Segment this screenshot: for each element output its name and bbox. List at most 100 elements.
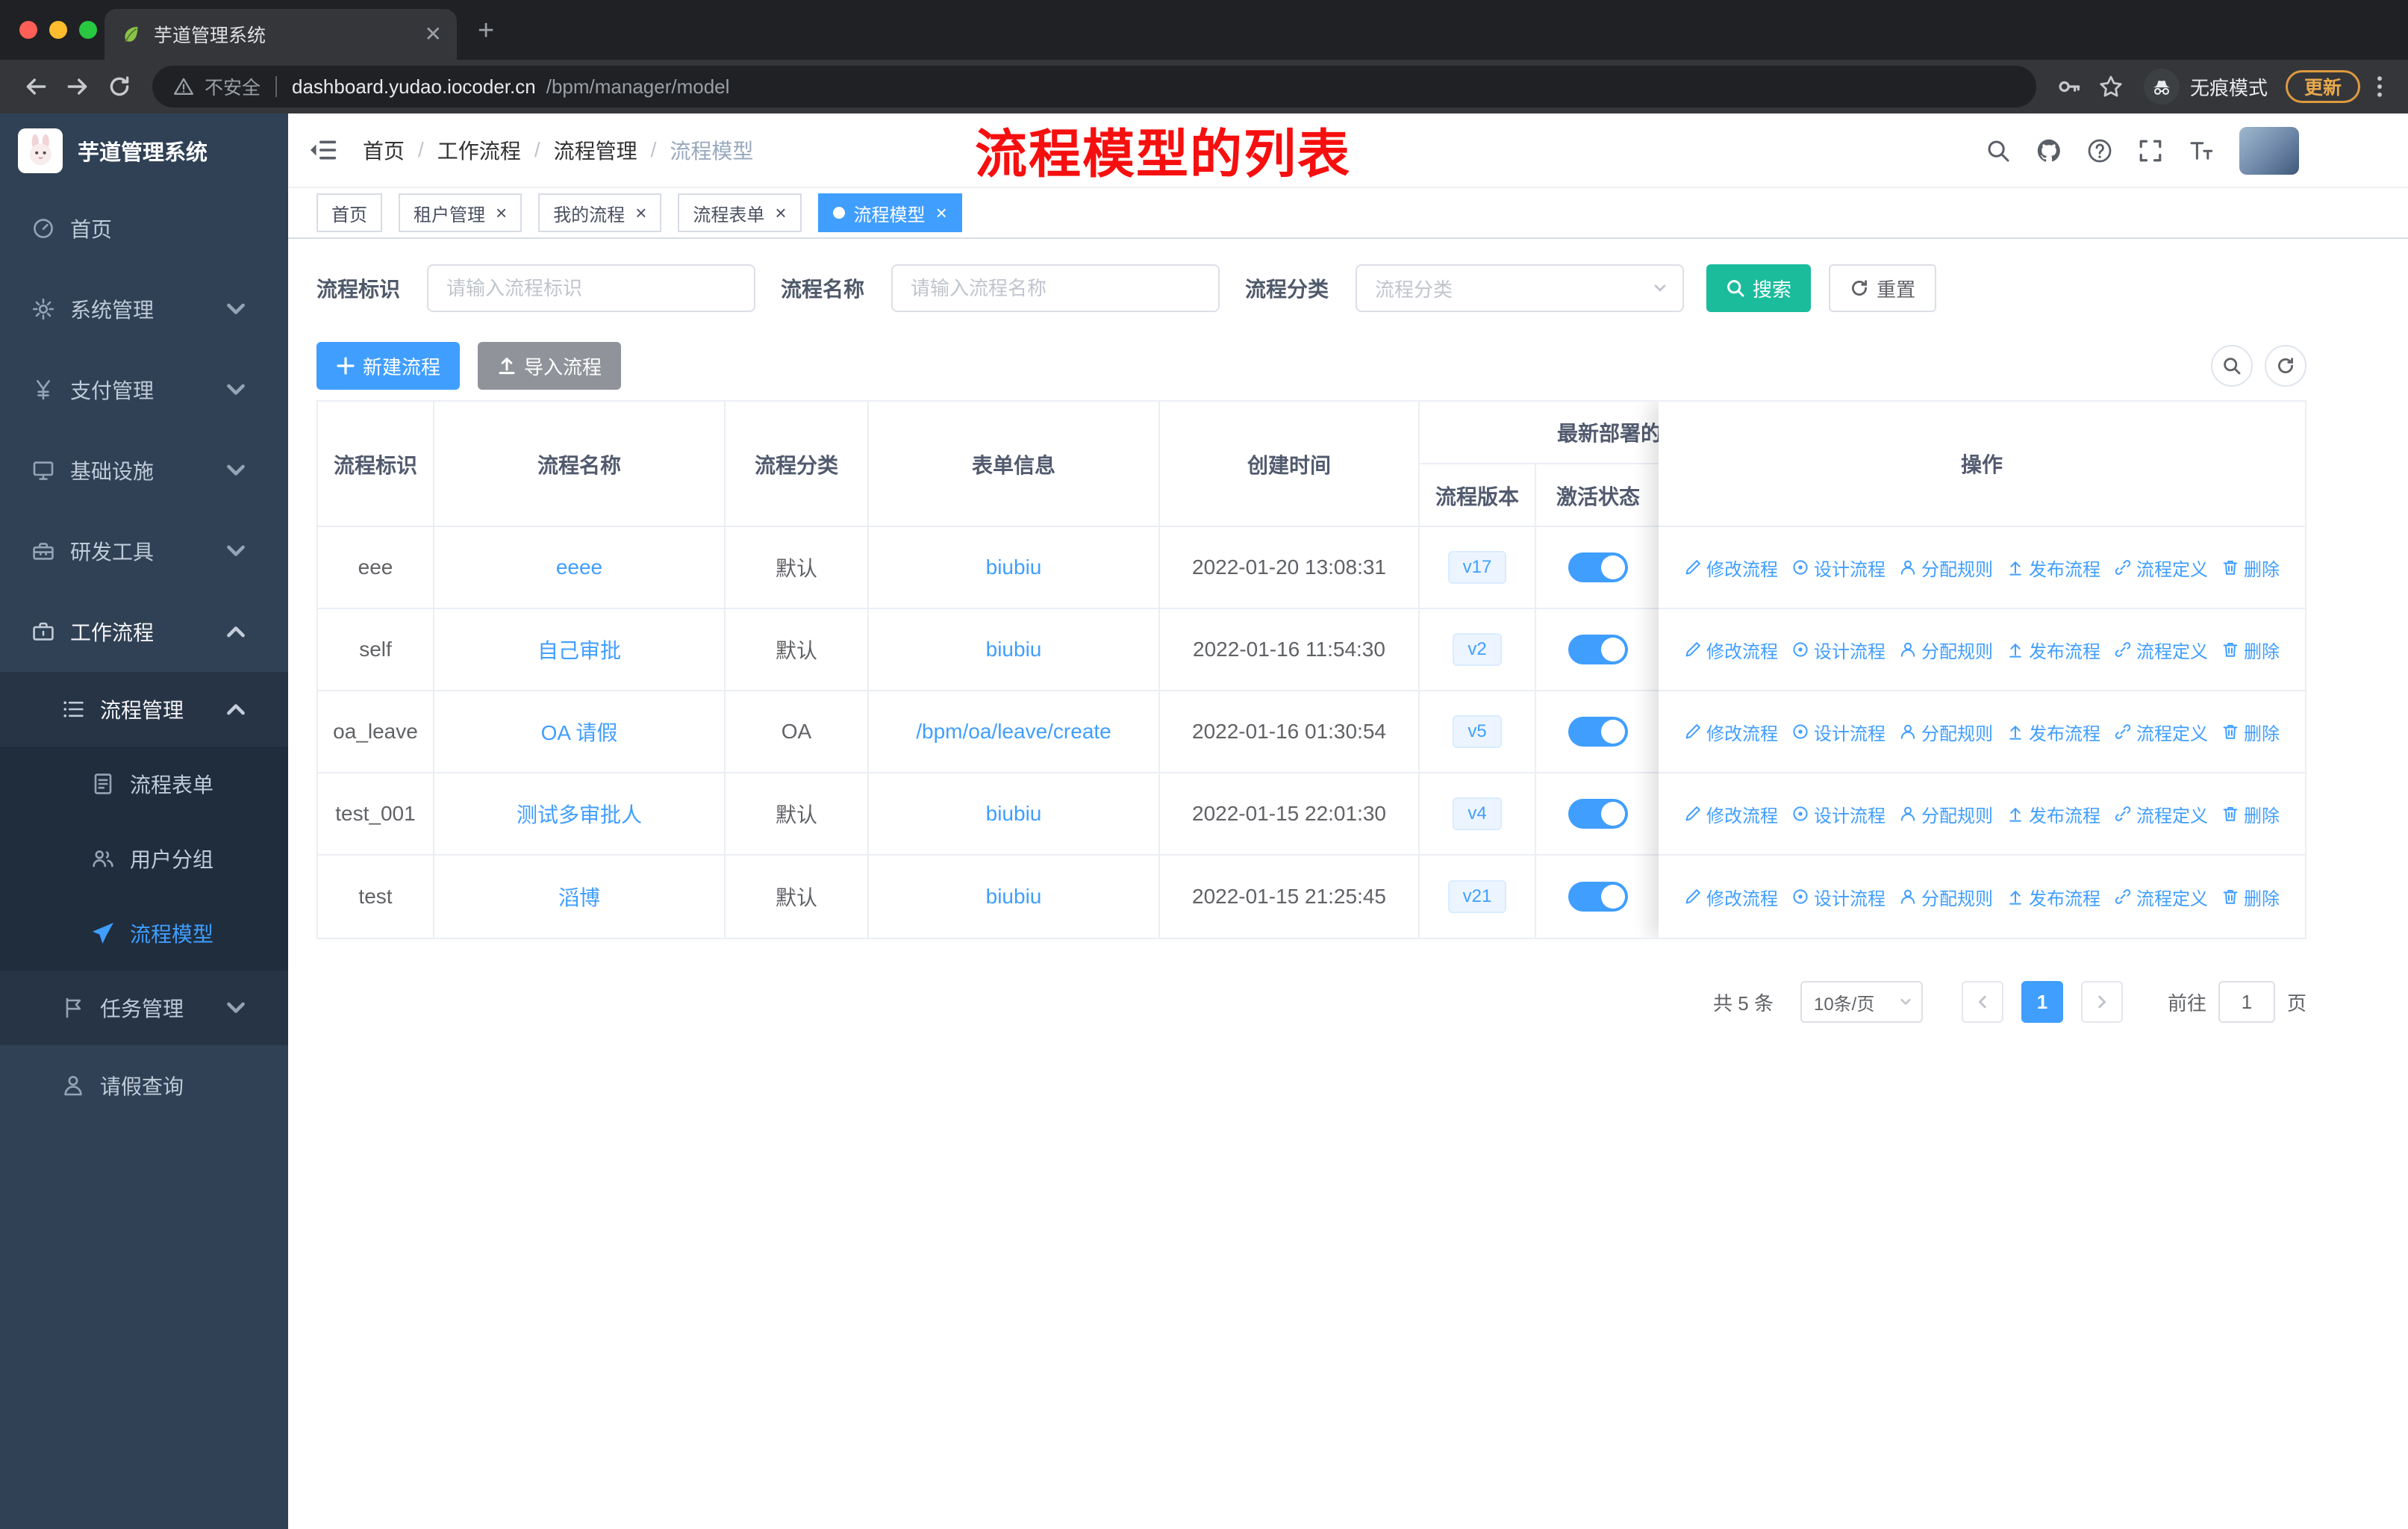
process-category-select[interactable]: 流程分类 [1356,264,1685,312]
tag-home[interactable]: 首页 [316,193,382,232]
publish-process-link[interactable]: 发布流程 [2006,719,2100,745]
close-window-button[interactable] [19,21,37,39]
sidebar-item-task-management[interactable]: 任务管理 [0,971,288,1045]
close-icon[interactable]: × [496,203,507,222]
process-definition-link[interactable]: 流程定义 [2114,884,2208,910]
assign-rules-link[interactable]: 分配规则 [1899,719,1993,745]
back-icon[interactable] [15,66,57,108]
prev-page-button[interactable] [1961,981,2003,1023]
new-tab-button[interactable]: + [478,15,494,47]
reset-button[interactable]: 重置 [1829,264,1937,312]
breadcrumb-item[interactable]: 首页 [363,135,405,165]
edit-process-link[interactable]: 修改流程 [1684,637,1778,663]
delete-link[interactable]: 删除 [2221,719,2280,745]
delete-link[interactable]: 删除 [2221,801,2280,827]
process-definition-link[interactable]: 流程定义 [2114,637,2208,663]
tag-process-form[interactable]: 流程表单 × [678,193,802,232]
toggle-search-button[interactable] [2211,345,2253,387]
incognito-indicator[interactable]: 无痕模式 [2143,69,2268,105]
form-link[interactable]: biubiu [986,802,1042,826]
delete-link[interactable]: 删除 [2221,884,2280,910]
design-process-link[interactable]: 设计流程 [1791,801,1885,827]
update-button[interactable]: 更新 [2285,70,2360,103]
sidebar-item-home[interactable]: 首页 [0,188,288,269]
version-badge[interactable]: v21 [1447,880,1507,913]
edit-process-link[interactable]: 修改流程 [1684,884,1778,910]
edit-process-link[interactable]: 修改流程 [1684,719,1778,745]
sidebar-fold-icon[interactable] [308,135,337,165]
bookmark-star-icon[interactable] [2090,66,2132,108]
breadcrumb-item[interactable]: 工作流程 [437,135,521,165]
fullscreen-icon[interactable] [2138,138,2163,164]
process-definition-link[interactable]: 流程定义 [2114,555,2208,581]
process-name-link[interactable]: 滔博 [558,882,600,912]
form-link[interactable]: /bpm/oa/leave/create [916,720,1111,744]
sidebar-item-payment-management[interactable]: 支付管理 [0,349,288,430]
assign-rules-link[interactable]: 分配规则 [1899,801,1993,827]
breadcrumb-item[interactable]: 流程管理 [554,135,637,165]
security-label[interactable]: 不安全 [205,73,261,100]
publish-process-link[interactable]: 发布流程 [2006,555,2100,581]
design-process-link[interactable]: 设计流程 [1791,884,1885,910]
sidebar-item-process-management[interactable]: 流程管理 [0,672,288,747]
tag-tenant[interactable]: 租户管理 × [399,193,523,232]
tag-process-model[interactable]: 流程模型 × [817,193,962,232]
edit-process-link[interactable]: 修改流程 [1684,801,1778,827]
process-name-link[interactable]: 测试多审批人 [517,799,642,829]
delete-link[interactable]: 删除 [2221,637,2280,663]
publish-process-link[interactable]: 发布流程 [2006,884,2100,910]
form-link[interactable]: biubiu [986,638,1042,661]
page-1-button[interactable]: 1 [2021,981,2063,1023]
design-process-link[interactable]: 设计流程 [1791,719,1885,745]
tag-my-process[interactable]: 我的流程 × [538,193,662,232]
sidebar-item-leave-query[interactable]: 请假查询 [0,1045,288,1126]
delete-link[interactable]: 删除 [2221,555,2280,581]
process-name-input[interactable] [891,264,1220,312]
active-toggle[interactable] [1568,799,1628,829]
publish-process-link[interactable]: 发布流程 [2006,801,2100,827]
active-toggle[interactable] [1568,882,1628,912]
form-link[interactable]: biubiu [986,885,1042,909]
close-icon[interactable]: × [936,203,947,222]
process-key-input[interactable] [427,264,756,312]
sidebar-item-process-form[interactable]: 流程表单 [0,747,288,821]
key-icon[interactable] [2048,66,2090,108]
sidebar-item-user-group[interactable]: 用户分组 [0,821,288,896]
page-size-select[interactable]: 10条/页 [1800,981,1923,1023]
close-icon[interactable]: × [775,203,786,222]
sidebar-item-process-model[interactable]: 流程模型 [0,896,288,971]
search-icon[interactable] [1986,138,2011,164]
minimize-window-button[interactable] [49,21,67,39]
font-size-icon[interactable] [2189,138,2214,164]
forward-icon[interactable] [57,66,99,108]
active-toggle[interactable] [1568,635,1628,664]
version-badge[interactable]: v5 [1453,715,1502,748]
active-toggle[interactable] [1568,717,1628,747]
search-button[interactable]: 搜索 [1706,264,1812,312]
browser-menu-icon[interactable] [2366,69,2393,105]
publish-process-link[interactable]: 发布流程 [2006,637,2100,663]
process-name-link[interactable]: 自己审批 [537,635,621,664]
sidebar-item-infrastructure[interactable]: 基础设施 [0,430,288,511]
process-definition-link[interactable]: 流程定义 [2114,801,2208,827]
version-badge[interactable]: v4 [1453,797,1502,830]
sidebar-item-workflow[interactable]: 工作流程 [0,591,288,672]
help-icon[interactable] [2087,138,2112,164]
version-badge[interactable]: v17 [1447,551,1507,584]
assign-rules-link[interactable]: 分配规则 [1899,555,1993,581]
tab-close-icon[interactable]: ✕ [425,24,442,45]
app-logo[interactable]: 芋道管理系统 [0,113,288,188]
edit-process-link[interactable]: 修改流程 [1684,555,1778,581]
version-badge[interactable]: v2 [1453,633,1502,666]
import-process-button[interactable]: 导入流程 [478,342,622,390]
github-icon[interactable] [2036,138,2062,164]
process-name-link[interactable]: eeee [556,555,602,579]
next-page-button[interactable] [2080,981,2123,1023]
design-process-link[interactable]: 设计流程 [1791,555,1885,581]
process-name-link[interactable]: OA 请假 [541,717,618,747]
form-link[interactable]: biubiu [986,555,1042,579]
create-process-button[interactable]: 新建流程 [316,342,461,390]
goto-page-input[interactable] [2218,981,2275,1023]
browser-tab[interactable]: 芋道管理系统 ✕ [105,9,457,60]
assign-rules-link[interactable]: 分配规则 [1899,637,1993,663]
